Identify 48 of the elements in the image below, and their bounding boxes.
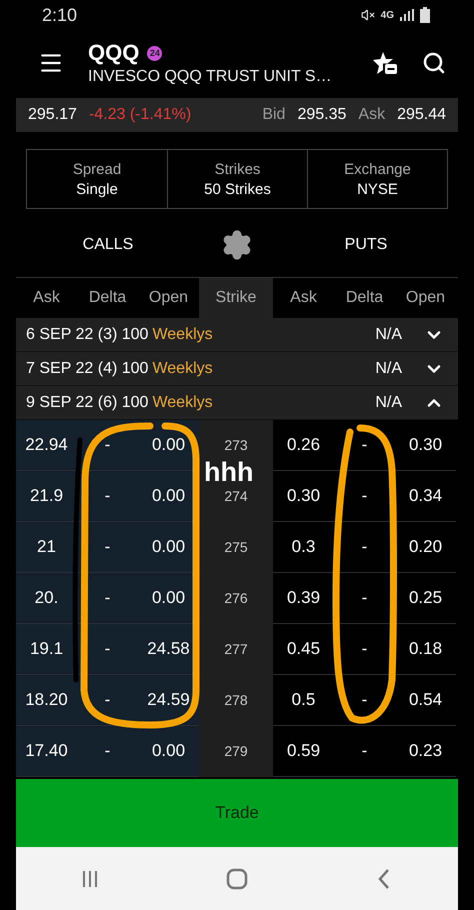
status-time: 2:10	[42, 4, 78, 26]
setting-option[interactable]: Strikes 50 Strikes	[167, 150, 307, 208]
column-header: Delta	[88, 288, 128, 308]
bid-price: 295.35	[297, 106, 346, 124]
bid-label: Bid	[262, 106, 286, 124]
battery-icon	[420, 7, 430, 23]
last-price: 295.17	[28, 106, 77, 124]
expiration-row[interactable]: 9 SEP 22 (6) 100 Weeklys N/A	[16, 386, 458, 420]
back-button[interactable]	[377, 868, 392, 890]
table-cell: 17.40	[16, 726, 77, 777]
column-header: Open	[148, 288, 190, 308]
strike-cell: 275	[199, 522, 273, 573]
column-header: Open	[404, 288, 446, 308]
strike-cell: 276	[199, 573, 273, 624]
signal-icon	[400, 9, 414, 21]
calls-label: CALLS	[82, 236, 134, 254]
column-header: Delta	[344, 288, 384, 308]
trade-button[interactable]: Trade	[16, 779, 458, 847]
setting-option[interactable]: Exchange NYSE	[307, 150, 447, 208]
recent-apps-button[interactable]	[80, 870, 99, 888]
expiration-row[interactable]: 6 SEP 22 (3) 100 Weeklys N/A	[16, 318, 458, 352]
table-cell: 21	[16, 522, 77, 573]
home-button[interactable]	[226, 868, 248, 890]
column-header: Ask	[289, 288, 318, 308]
expiration-row[interactable]: 7 SEP 22 (4) 100 Weeklys N/A	[16, 352, 458, 386]
setting-option[interactable]: Spread Single	[27, 150, 167, 208]
table-cell: 21.9	[16, 471, 77, 522]
table-cell: 22.94	[16, 420, 77, 471]
settings-button[interactable]	[221, 229, 253, 261]
symbol-title: QQQ	[88, 40, 140, 66]
strike-cell: 278	[199, 675, 273, 726]
table-cell: 0.00	[138, 726, 199, 777]
search-button[interactable]	[422, 51, 446, 75]
mute-icon	[360, 8, 375, 22]
column-header: Ask	[32, 288, 61, 308]
symbol-name: INVESCO QQQ TRUST UNIT S…	[88, 68, 333, 86]
watchlist-button[interactable]	[372, 51, 398, 75]
ask-label: Ask	[358, 106, 386, 124]
table-cell: -	[77, 726, 138, 777]
ask-price: 295.44	[397, 106, 446, 124]
puts-label: PUTS	[344, 236, 388, 254]
column-header: Strike	[199, 278, 273, 318]
network-type: 4G	[380, 10, 394, 20]
symbol-badge: 24	[147, 46, 162, 60]
table-cell: 18.20	[16, 675, 77, 726]
strike-cell: 277	[199, 624, 273, 675]
strike-cell: 279	[199, 726, 273, 777]
price-change: -4.23 (-1.41%)	[88, 106, 192, 124]
